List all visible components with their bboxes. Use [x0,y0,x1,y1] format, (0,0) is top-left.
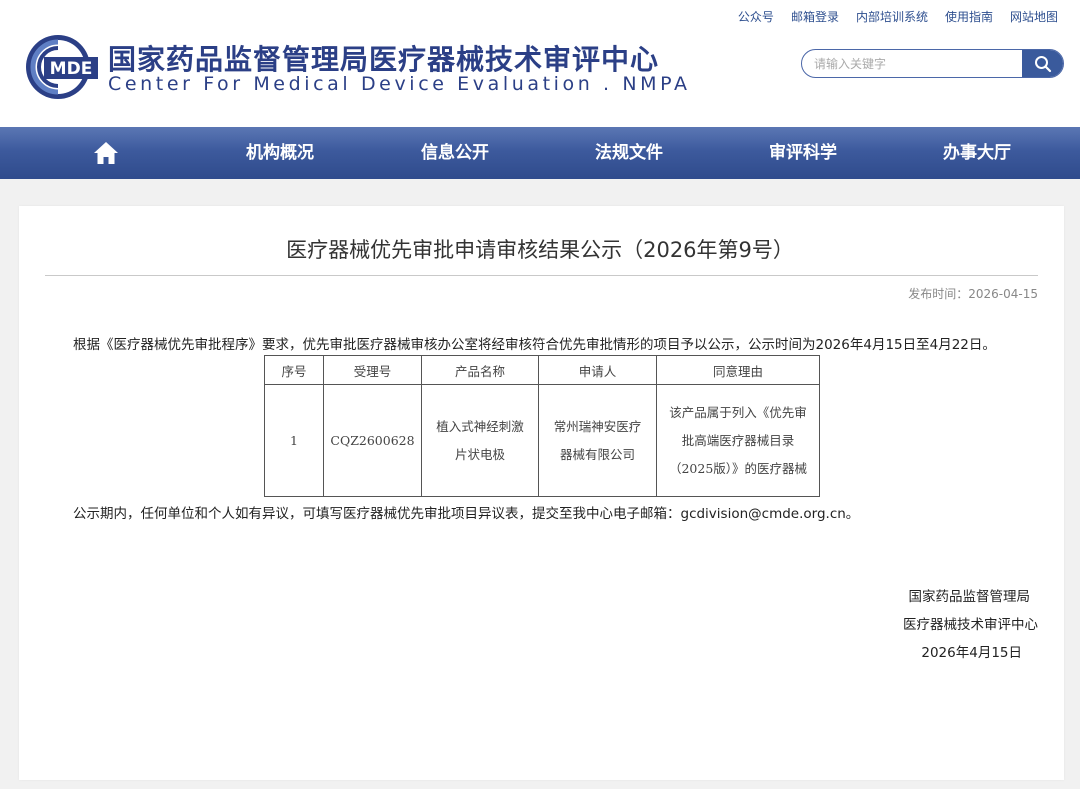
search-icon [1034,55,1051,72]
top-link-guide[interactable]: 使用指南 [945,8,993,25]
site-header: 公众号 邮箱登录 内部培训系统 使用指南 网站地图 MDE 国家药品监督管理局医… [0,0,1080,127]
top-link-mail-login[interactable]: 邮箱登录 [791,8,839,25]
main-nav: 机构概况 信息公开 法规文件 审评科学 办事大厅 [0,127,1080,179]
cell-no: 1 [264,384,324,497]
search-input[interactable] [814,50,1019,77]
site-name-cn: 国家药品监督管理局医疗器械技术审评中心 [108,43,660,76]
cell-reason: 该产品属于列入《优先审批高端医疗器械目录（2025版）》的医疗器械 [656,384,820,497]
nav-item-service-hall[interactable]: 办事大厅 [917,127,1037,179]
article-title: 医疗器械优先审批申请审核结果公示（2026年第9号） [286,238,794,262]
objection-notice: 公示期内，任何单位和个人如有异议，可填写医疗器械优先审批项目异议表，提交至我中心… [73,506,860,522]
col-header-reason: 同意理由 [656,355,820,385]
nav-item-review-science[interactable]: 审评科学 [743,127,863,179]
cell-applicant: 常州瑞神安医疗器械有限公司 [538,384,657,497]
article-intro: 根据《医疗器械优先审批程序》要求，优先审批医疗器械审核办公室将经审核符合优先审批… [73,337,996,353]
nav-item-info-disclosure[interactable]: 信息公开 [395,127,515,179]
col-header-applicant: 申请人 [538,355,657,385]
nav-item-about[interactable]: 机构概况 [220,127,340,179]
col-header-product: 产品名称 [421,355,539,385]
home-icon[interactable] [93,141,119,165]
title-divider [45,275,1038,276]
table-header-row: 序号 受理号 产品名称 申请人 同意理由 [264,355,820,385]
col-header-no: 序号 [264,355,324,385]
signature-org: 国家药品监督管理局 [908,589,1031,605]
cell-accept-no: CQZ2600628 [323,384,422,497]
mde-logo-icon[interactable]: MDE [22,33,100,101]
top-link-sitemap[interactable]: 网站地图 [1010,8,1058,25]
publish-date: 发布时间：2026-04-15 [908,287,1038,301]
cell-product: 植入式神经刺激片状电极 [421,384,539,497]
nav-item-regulations[interactable]: 法规文件 [569,127,689,179]
col-header-accept-no: 受理号 [323,355,422,385]
top-link-wechat[interactable]: 公众号 [738,8,774,25]
logo-mark-text: MDE [50,59,93,79]
search-box [801,49,1064,78]
result-table: 序号 受理号 产品名称 申请人 同意理由 1 CQZ2600628 植入式神经刺… [264,355,820,497]
top-link-training[interactable]: 内部培训系统 [856,8,928,25]
search-button[interactable] [1022,50,1063,77]
top-links: 公众号 邮箱登录 内部培训系统 使用指南 网站地图 [721,8,1058,25]
signature-date: 2026年4月15日 [921,645,1022,661]
table-row: 1 CQZ2600628 植入式神经刺激片状电极 常州瑞神安医疗器械有限公司 该… [264,384,820,497]
signature-center: 医疗器械技术审评中心 [903,617,1038,633]
site-name-en: Center For Medical Device Evaluation . N… [108,73,691,95]
